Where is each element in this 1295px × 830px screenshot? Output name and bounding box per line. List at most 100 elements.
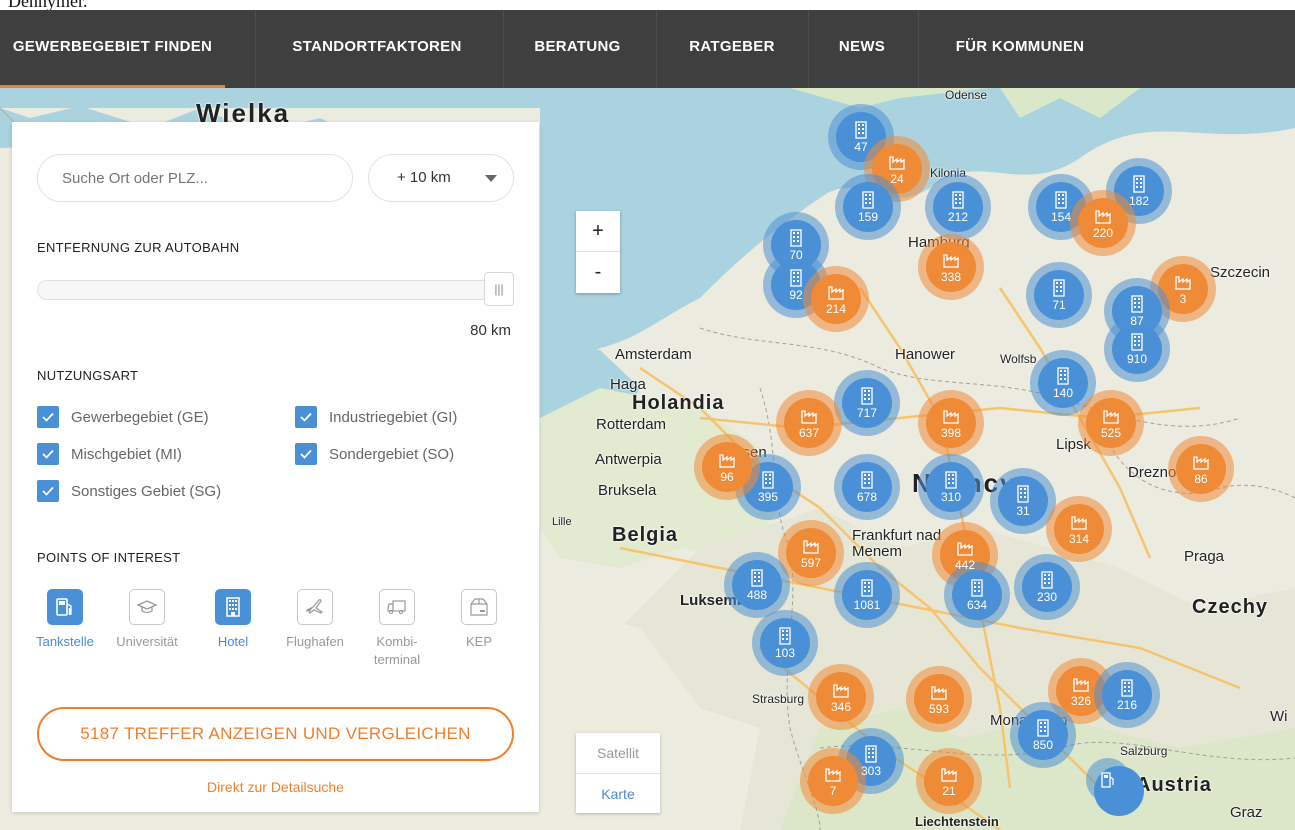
map-button[interactable]: Karte: [576, 774, 660, 814]
distance-slider-handle[interactable]: |||: [484, 272, 514, 306]
show-results-button[interactable]: 5187 TREFFER ANZEIGEN UND VERGLEICHEN: [37, 707, 514, 761]
cluster-count: 24: [890, 171, 904, 186]
industry-cluster-marker[interactable]: 314: [1046, 496, 1112, 562]
cluster-count: 182: [1128, 193, 1150, 208]
hotel-cluster-marker[interactable]: 488: [724, 552, 790, 618]
hotel-cluster-marker[interactable]: 678: [834, 454, 900, 520]
map-label: Graz: [1230, 804, 1263, 821]
hotel-cluster-marker[interactable]: 850: [1010, 702, 1076, 768]
poi-universitaet[interactable]: Universität: [112, 589, 182, 651]
checkbox-label: Sondergebiet (SO): [329, 445, 455, 463]
cluster-count: 395: [757, 489, 779, 504]
industry-cluster-marker[interactable]: 398: [918, 390, 984, 456]
industry-cluster-marker[interactable]: 220: [1070, 190, 1136, 256]
hotel-cluster-marker[interactable]: 212: [925, 174, 991, 240]
checkbox-industriegebiet[interactable]: Industriegebiet (GI): [295, 406, 457, 428]
truck-icon: [379, 589, 415, 625]
nav-beratung[interactable]: BERATUNG: [520, 10, 635, 88]
poi-title: POINTS OF INTEREST: [37, 550, 181, 565]
fuel-marker[interactable]: [1086, 758, 1144, 816]
cluster-count: 96: [720, 469, 734, 484]
industry-cluster-marker[interactable]: 525: [1078, 390, 1144, 456]
cluster-count: 140: [1052, 385, 1074, 400]
industry-cluster-marker[interactable]: 338: [918, 234, 984, 300]
checkbox-label: Gewerbegebiet (GE): [71, 408, 209, 426]
poi-kombiterminal[interactable]: Kombi-terminal: [362, 589, 432, 669]
nav-standortfaktoren[interactable]: STANDORTFAKTOREN: [272, 10, 482, 88]
distance-slider-track[interactable]: [37, 280, 514, 300]
poi-label: Kombi-terminal: [373, 634, 421, 667]
cluster-count: 597: [800, 555, 822, 570]
checkbox-checked-icon: [37, 443, 59, 465]
cluster-count: 154: [1050, 209, 1072, 224]
cluster-count: 7: [829, 783, 837, 798]
checkbox-sonstiges[interactable]: Sonstiges Gebiet (SG): [37, 480, 221, 502]
poi-tankstelle[interactable]: Tankstelle: [30, 589, 100, 651]
hotel-cluster-marker[interactable]: 103: [752, 610, 818, 676]
cluster-count: 31: [1016, 503, 1030, 518]
main-navigation: GEWERBEGEBIET FINDEN STANDORTFAKTOREN BE…: [0, 10, 1295, 88]
checkbox-checked-icon: [295, 406, 317, 428]
search-input[interactable]: [37, 154, 353, 202]
hotel-cluster-marker[interactable]: 216: [1094, 662, 1160, 728]
cluster-count: 86: [1194, 471, 1208, 486]
radius-select[interactable]: + 10 km: [368, 154, 514, 202]
poi-flughafen[interactable]: Flughafen: [280, 589, 350, 651]
detail-search-link[interactable]: Direkt zur Detailsuche: [12, 779, 539, 795]
cluster-count: 326: [1070, 693, 1092, 708]
hotel-cluster-marker[interactable]: 310: [918, 454, 984, 520]
cluster-count: 216: [1116, 697, 1138, 712]
cluster-count: 214: [825, 301, 847, 316]
checkbox-label: Industriegebiet (GI): [329, 408, 458, 426]
cluster-count: 1081: [853, 597, 881, 612]
industry-cluster-marker[interactable]: 214: [803, 266, 869, 332]
cluster-count: 3: [1179, 291, 1187, 306]
checkbox-checked-icon: [37, 480, 59, 502]
industry-cluster-marker[interactable]: 637: [776, 390, 842, 456]
hotel-icon: [215, 589, 251, 625]
hotel-cluster-marker[interactable]: 1081: [834, 562, 900, 628]
cluster-count: 593: [928, 701, 950, 716]
cluster-count: 92: [789, 287, 803, 302]
nav-fuer-kommunen[interactable]: FÜR KOMMUNEN: [935, 10, 1105, 88]
poi-label: KEP: [465, 634, 492, 649]
map-label: Rotterdam: [596, 416, 667, 433]
nav-divider: [808, 10, 809, 88]
industry-cluster-marker[interactable]: 593: [906, 666, 972, 732]
poi-hotel[interactable]: Hotel: [198, 589, 268, 651]
cluster-count: 70: [789, 247, 803, 262]
poi-label: Flughafen: [286, 634, 344, 649]
industry-cluster-marker[interactable]: 21: [916, 748, 982, 814]
cluster-count: 346: [830, 699, 852, 714]
hotel-cluster-marker[interactable]: 717: [834, 370, 900, 436]
poi-kep[interactable]: KEP: [444, 589, 514, 651]
checkbox-mischgebiet[interactable]: Mischgebiet (MI): [37, 443, 182, 465]
checkbox-sondergebiet[interactable]: Sondergebiet (SO): [295, 443, 454, 465]
hotel-cluster-marker[interactable]: 71: [1026, 262, 1092, 328]
nav-divider: [656, 10, 657, 88]
cut-off-text: Dennymer.: [8, 0, 88, 10]
zoom-in-button[interactable]: +: [576, 211, 620, 252]
industry-cluster-marker[interactable]: 86: [1168, 436, 1234, 502]
map-label: Holandia: [632, 392, 725, 414]
nutzungsart-title: NUTZUNGSART: [37, 368, 139, 383]
checkbox-gewerbegebiet[interactable]: Gewerbegebiet (GE): [37, 406, 209, 428]
industry-cluster-marker[interactable]: 7: [800, 748, 866, 814]
map-label: Antwerpia: [595, 451, 662, 468]
nav-gewerbegebiet-finden[interactable]: GEWERBEGEBIET FINDEN: [0, 10, 225, 88]
nav-news[interactable]: NEWS: [822, 10, 902, 88]
cluster-count: 310: [940, 489, 962, 504]
hotel-cluster-marker[interactable]: 634: [944, 562, 1010, 628]
zoom-out-button[interactable]: -: [576, 252, 620, 292]
nav-ratgeber[interactable]: RATGEBER: [672, 10, 792, 88]
cluster-count: 212: [947, 209, 969, 224]
satellite-button[interactable]: Satellit: [576, 733, 660, 774]
radius-value: + 10 km: [397, 169, 451, 186]
cluster-count: 850: [1032, 737, 1054, 752]
industry-cluster-marker[interactable]: 96: [694, 434, 760, 500]
industry-cluster-marker[interactable]: 346: [808, 664, 874, 730]
cluster-count: 338: [940, 269, 962, 284]
hotel-cluster-marker[interactable]: 230: [1014, 554, 1080, 620]
map-type-control: Satellit Karte: [576, 733, 660, 813]
map-label: Hanower: [895, 346, 956, 363]
